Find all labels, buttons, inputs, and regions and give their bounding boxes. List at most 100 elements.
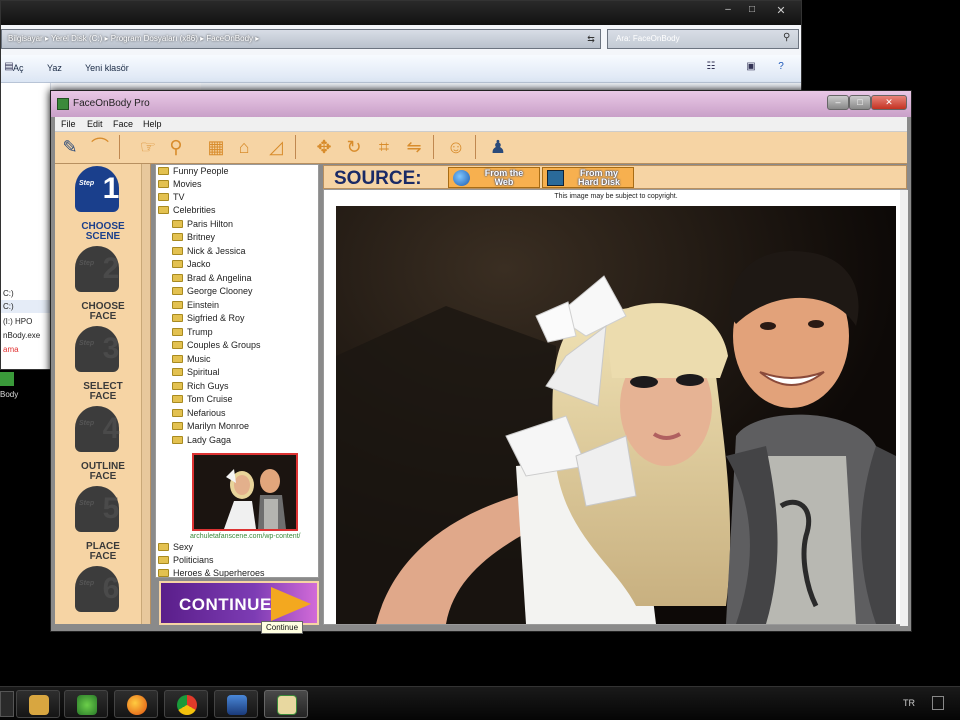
folder-icon (172, 247, 183, 255)
nav-item[interactable]: C:) (1, 300, 51, 313)
tree-item-funny-people[interactable]: Funny People (158, 165, 229, 178)
nav-item[interactable]: C:) (1, 287, 51, 300)
move-icon[interactable]: ✥ (311, 134, 337, 160)
shape-icon[interactable]: ◿ (263, 134, 289, 160)
close-button[interactable]: ✕ (871, 95, 907, 110)
folder-icon (172, 233, 183, 241)
help-icon[interactable]: ? (773, 61, 789, 75)
tree-item-politicians[interactable]: Politicians (158, 554, 214, 567)
menu-file[interactable]: File (61, 119, 76, 129)
folder-icon (172, 287, 183, 295)
frame-icon[interactable]: ▦ (203, 134, 229, 160)
menu-help[interactable]: Help (143, 119, 162, 129)
face-tool-icon[interactable]: ☺ (443, 134, 469, 160)
maximize-button[interactable]: □ (849, 95, 871, 110)
tree-item-label: Nick & Jessica (187, 246, 246, 256)
nav-item[interactable]: (I:) HPO (1, 315, 51, 328)
flip-icon[interactable]: ⇋ (401, 134, 427, 160)
tree-item-movies[interactable]: Movies (158, 178, 202, 191)
preview-scrollbar[interactable] (900, 190, 908, 626)
rotate-icon[interactable]: ↻ (341, 134, 367, 160)
folder-icon (158, 167, 169, 175)
tree-item-tom-cruise[interactable]: Tom Cruise (172, 393, 233, 406)
tree-item-einstein[interactable]: Einstein (172, 299, 219, 312)
folder-open-icon (158, 206, 169, 214)
explorer-maximize-button[interactable]: □ (741, 4, 763, 20)
nav-item[interactable]: nBody.exe (1, 329, 51, 342)
scene-thumbnail[interactable] (192, 453, 298, 531)
nav-item[interactable]: ama (1, 343, 51, 356)
start-button[interactable] (0, 691, 14, 717)
step-3-select-face[interactable]: Step 3 SELECT FACE (55, 326, 141, 402)
step-2-badge: Step 2 (65, 246, 129, 296)
tree-item-heroes-superheroes[interactable]: Heroes & Superheroes (158, 567, 265, 577)
continue-button[interactable]: CONTINUE (159, 581, 319, 625)
step-2-choose-face[interactable]: Step 2 CHOOSE FACE (55, 246, 141, 322)
tree-item-britney[interactable]: Britney (172, 231, 215, 244)
view-options-icon[interactable]: ☷ (703, 61, 719, 75)
folder-icon (172, 274, 183, 282)
explorer-minimize-button[interactable]: – (717, 4, 739, 20)
crop-icon[interactable]: ⌗ (371, 134, 397, 160)
tree-item-music[interactable]: Music (172, 353, 211, 366)
explorer-search-input[interactable]: Ara: FaceOnBody (607, 29, 799, 49)
search-icon[interactable]: ⚲ (783, 32, 790, 43)
explorer-address-bar[interactable]: Bilgisayar ▸ Yerel Disk (C:) ▸ Program D… (1, 29, 601, 49)
from-web-button[interactable]: From the Web (448, 167, 540, 188)
step-3-number: 3 (102, 332, 120, 365)
folder-icon (172, 368, 183, 376)
messenger-icon (77, 695, 97, 715)
preview-pane-icon[interactable]: ▣ (743, 61, 759, 75)
desktop-shortcut-icon[interactable] (0, 372, 14, 386)
taskbar-chrome-button[interactable] (164, 690, 208, 718)
tree-item-brad-angelina[interactable]: Brad & Angelina (172, 272, 252, 285)
tree-item-sigfried-roy[interactable]: Sigfried & Roy (172, 312, 245, 325)
taskbar-messenger-button[interactable] (64, 690, 108, 718)
hand-icon[interactable]: ☞ (135, 134, 161, 160)
hook-icon[interactable]: ⌒ (87, 134, 113, 160)
tree-item-spiritual[interactable]: Spiritual (172, 366, 220, 379)
new-folder-button[interactable]: Yeni klasör (85, 63, 129, 73)
figure-icon[interactable]: ⚲ (163, 134, 189, 160)
faceonbody-icon (277, 695, 297, 715)
step-1-choose-scene[interactable]: Step 1 CHOOSE SCENE (55, 166, 141, 242)
tree-item-jacko[interactable]: Jacko (172, 258, 211, 271)
tree-item-marilyn-monroe[interactable]: Marilyn Monroe (172, 420, 249, 433)
person-icon[interactable]: ♟ (485, 134, 511, 160)
tree-item-tv[interactable]: TV (158, 191, 185, 204)
tree-item-celebrities[interactable]: Celebrities (158, 204, 216, 217)
minimize-button[interactable]: – (827, 95, 849, 110)
tree-item-nefarious[interactable]: Nefarious (172, 407, 226, 420)
wizard-icon[interactable]: ✎ (57, 134, 83, 160)
tree-item-george-clooney[interactable]: George Clooney (172, 285, 253, 298)
language-indicator[interactable]: TR (903, 698, 915, 708)
taskbar-faceonbody-button[interactable] (264, 690, 308, 718)
tree-item-label: Rich Guys (187, 381, 229, 391)
explorer-close-button[interactable]: ✕ (765, 4, 797, 20)
tree-item-nick-jessica[interactable]: Nick & Jessica (172, 245, 246, 258)
tree-item-trump[interactable]: Trump (172, 326, 213, 339)
from-hard-disk-button[interactable]: From my Hard Disk (542, 167, 634, 188)
tree-item-sexy[interactable]: Sexy (158, 541, 193, 554)
write-button[interactable]: Yaz (47, 63, 62, 73)
tree-item-couples-groups[interactable]: Couples & Groups (172, 339, 261, 352)
open-button[interactable]: Aç (13, 63, 24, 73)
notification-flag-icon[interactable] (932, 696, 944, 710)
tree-item-label: Britney (187, 232, 216, 242)
step-5-place-face[interactable]: Step 5 PLACE FACE (55, 486, 141, 562)
refresh-icon[interactable]: ⇆ (581, 29, 601, 49)
tree-item-lady-gaga[interactable]: Lady Gaga (172, 434, 231, 447)
menu-face[interactable]: Face (113, 119, 133, 129)
step-6[interactable]: Step 6 (55, 566, 141, 624)
folder-icon (172, 395, 183, 403)
edit-icon[interactable]: ⌂ (231, 134, 257, 160)
taskbar-firefox-button[interactable] (114, 690, 158, 718)
menu-edit[interactable]: Edit (87, 119, 103, 129)
tree-item-paris-hilton[interactable]: Paris Hilton (172, 218, 233, 231)
step-4-outline-face[interactable]: Step 4 OUTLINE FACE (55, 406, 141, 482)
steps-scrollbar[interactable] (141, 164, 150, 624)
taskbar-media-button[interactable] (214, 690, 258, 718)
tree-item-rich-guys[interactable]: Rich Guys (172, 380, 229, 393)
scene-photo[interactable] (336, 206, 896, 624)
taskbar-explorer-button[interactable] (16, 690, 60, 718)
